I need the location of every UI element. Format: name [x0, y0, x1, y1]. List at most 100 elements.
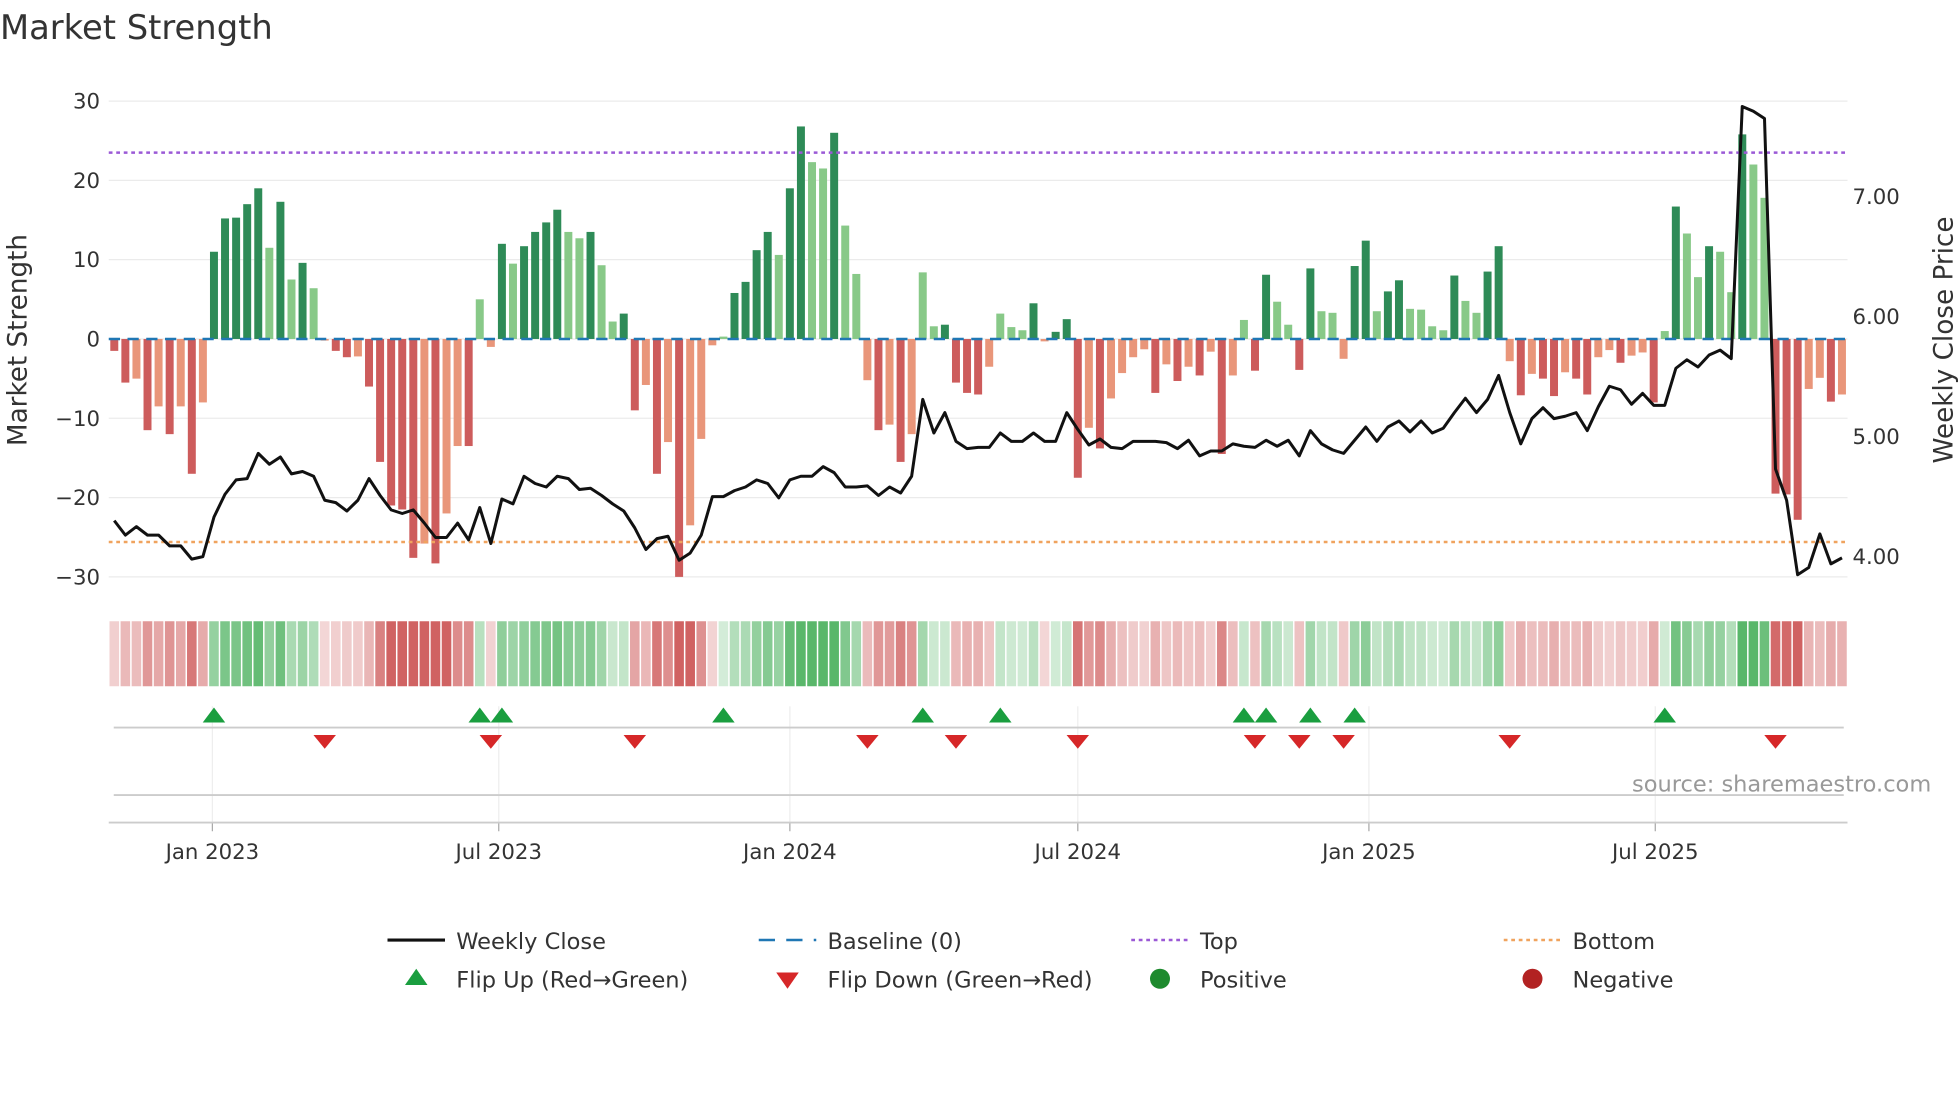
heat-cell — [231, 621, 241, 687]
heat-cell — [486, 621, 496, 687]
heat-cell — [685, 621, 695, 687]
strength-bar — [1705, 246, 1714, 339]
heat-cell — [1261, 621, 1271, 687]
strength-bar — [664, 338, 673, 443]
heat-cell — [862, 621, 873, 687]
strength-bar — [1538, 338, 1547, 379]
strength-bar — [1007, 327, 1016, 339]
heat-cell — [663, 621, 673, 687]
heat-cell — [995, 621, 1006, 687]
strength-bar — [331, 338, 340, 351]
strength-bar — [398, 338, 407, 510]
heat-cell — [1549, 621, 1559, 687]
heat-cell — [1372, 621, 1382, 687]
strength-bar — [1649, 338, 1658, 403]
source-label: source: sharemaestro.com — [1632, 771, 1931, 797]
heat-cell — [762, 621, 773, 687]
heat-cell — [397, 621, 408, 687]
strength-bar — [896, 338, 905, 462]
heat-cell — [1172, 621, 1183, 687]
strength-bar — [1417, 309, 1426, 339]
heat-cell — [1604, 621, 1615, 687]
y2-tick-label: 5.00 — [1853, 425, 1900, 450]
strength-bar — [1782, 338, 1791, 495]
heat-cell — [1770, 621, 1781, 687]
strength-bar — [497, 243, 506, 339]
strength-bar — [1228, 338, 1237, 376]
heat-cell — [829, 621, 839, 687]
heat-cell — [1837, 621, 1847, 687]
strength-bar — [1561, 338, 1570, 373]
strength-bar — [1716, 251, 1725, 339]
heat-cell — [585, 621, 596, 687]
heat-cell — [1449, 621, 1460, 687]
y2-tick-label: 7.00 — [1853, 185, 1900, 210]
heat-cell — [807, 621, 817, 687]
heat-cell — [1117, 621, 1127, 687]
strength-bar — [1339, 338, 1348, 359]
strength-bar — [575, 238, 584, 339]
strength-bar — [1616, 338, 1625, 363]
x-tick-label: Jul 2025 — [1610, 840, 1698, 865]
strength-bar — [1084, 338, 1093, 428]
strength-bar — [1826, 338, 1835, 402]
heat-cell — [1205, 621, 1216, 687]
strength-bar — [1694, 277, 1702, 339]
heat-cell — [1050, 621, 1061, 687]
strength-bar — [132, 338, 141, 379]
flip-down-marker — [1243, 735, 1267, 749]
heat-cell — [873, 621, 884, 687]
strength-bar — [1062, 319, 1071, 339]
heat-cell — [1527, 621, 1537, 687]
heat-cell — [1737, 621, 1748, 687]
x-tick-label: Jul 2023 — [454, 840, 542, 865]
heat-cell — [1194, 621, 1205, 687]
flip-down-marker — [1498, 735, 1521, 749]
strength-bar — [298, 262, 307, 339]
strength-bar — [1328, 312, 1337, 339]
heat-cell — [1095, 621, 1105, 687]
y2-tick-label: 6.00 — [1853, 305, 1900, 330]
heat-cell — [929, 621, 939, 687]
heat-cell — [1383, 621, 1393, 687]
strength-bar — [1837, 338, 1846, 395]
y-tick-label: 20 — [73, 169, 100, 194]
heat-cell — [818, 621, 828, 687]
legend-label: Bottom — [1573, 929, 1656, 955]
heat-cell — [275, 621, 286, 687]
heat-cell — [674, 621, 684, 687]
heat-cell — [984, 621, 994, 687]
strength-bar — [1594, 338, 1603, 358]
heat-cell — [1460, 621, 1471, 687]
heat-cell — [1228, 621, 1238, 687]
strength-bar — [1095, 338, 1104, 449]
strength-bar — [1527, 338, 1536, 374]
strength-bar — [863, 338, 872, 381]
strength-bar — [1627, 338, 1636, 356]
heat-cell — [718, 621, 729, 687]
heat-cell — [297, 621, 308, 687]
strength-bar — [1195, 338, 1204, 376]
heat-cell — [198, 621, 208, 687]
heat-cell — [1305, 621, 1316, 687]
strength-bar — [963, 338, 972, 393]
heat-cell — [630, 621, 640, 687]
strength-bar — [1129, 338, 1138, 358]
strength-bar — [1815, 338, 1824, 378]
chart-title: Market Strength — [0, 8, 273, 47]
heat-cell — [1349, 621, 1360, 687]
strength-bar — [209, 251, 218, 339]
heat-cell — [596, 621, 607, 687]
strength-bar — [187, 338, 196, 474]
strength-bar — [1428, 326, 1437, 339]
strength-bar — [1306, 268, 1315, 339]
strength-bar — [431, 338, 440, 564]
strength-bar — [752, 250, 761, 339]
heat-cell — [1671, 621, 1681, 687]
strength-bar — [929, 326, 938, 339]
heat-cell — [1084, 621, 1094, 687]
heat-cell — [1482, 621, 1493, 687]
strength-bar — [841, 225, 850, 339]
strength-bar — [553, 209, 562, 339]
strength-heat-strip — [109, 621, 1847, 687]
